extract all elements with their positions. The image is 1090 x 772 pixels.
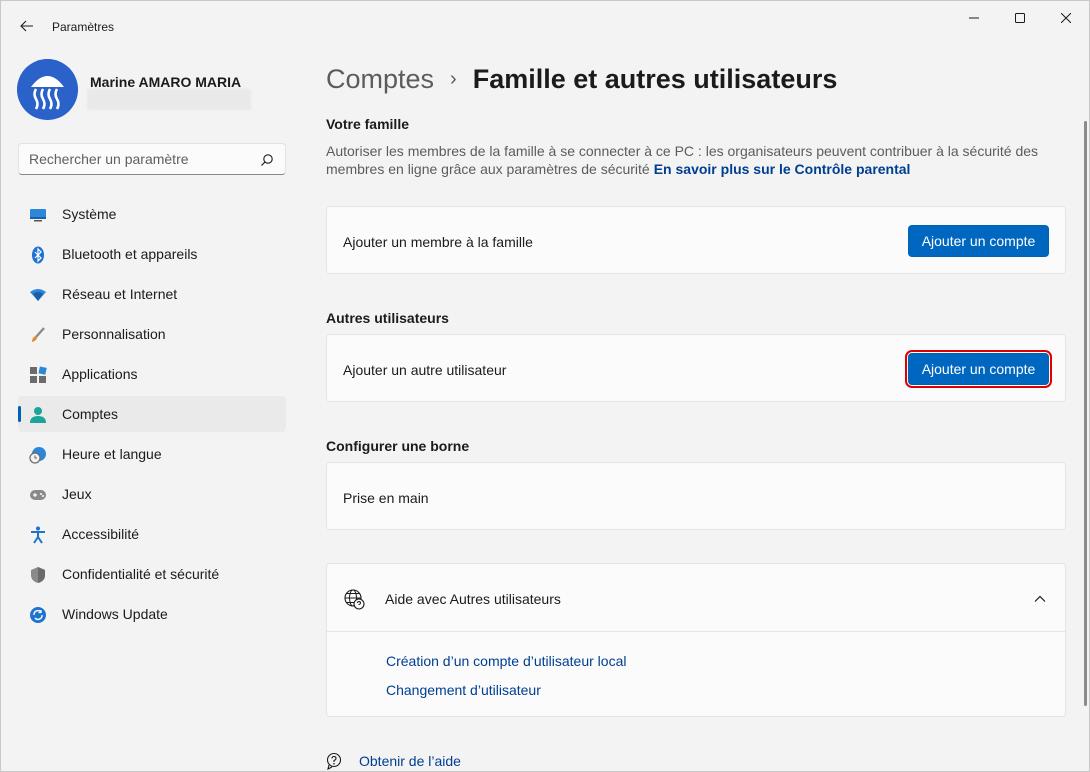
sidebar-item-bluetooth[interactable]: Bluetooth et appareils — [18, 236, 286, 272]
page-title: Famille et autres utilisateurs — [472, 63, 838, 94]
close-icon — [1061, 13, 1071, 23]
chevron-up-icon[interactable] — [1033, 592, 1047, 606]
settings-window: Paramètres Marine AMARO MARIA Rechercher… — [0, 0, 1090, 772]
avatar — [17, 59, 78, 120]
user-profile[interactable]: Marine AMARO MARIA — [17, 59, 287, 121]
bluetooth-icon — [29, 246, 47, 264]
add-other-user-label: Ajouter un autre utilisateur — [343, 362, 507, 378]
sidebar-item-label: Bluetooth et appareils — [62, 246, 198, 262]
sidebar-item-reseau[interactable]: Réseau et Internet — [18, 276, 286, 312]
accessibility-icon — [29, 526, 47, 544]
sidebar-item-applications[interactable]: Applications — [18, 356, 286, 392]
sidebar-item-personnalisation[interactable]: Personnalisation — [18, 316, 286, 352]
sidebar-item-jeux[interactable]: Jeux — [18, 476, 286, 512]
add-other-account-button[interactable]: Ajouter un compte — [905, 350, 1052, 388]
globe-help-icon — [344, 589, 365, 610]
sidebar-item-label: Comptes — [62, 406, 119, 422]
sidebar-item-label: Réseau et Internet — [62, 286, 178, 302]
maximize-button[interactable] — [997, 1, 1043, 35]
add-family-member-label: Ajouter un membre à la famille — [343, 234, 533, 250]
get-help-link[interactable]: Obtenir de l’aide — [326, 751, 461, 771]
add-other-user-card: Ajouter un autre utilisateur Ajouter un … — [326, 334, 1066, 402]
update-icon — [29, 606, 47, 624]
apps-icon — [29, 366, 47, 384]
sidebar-item-label: Windows Update — [62, 606, 168, 622]
sidebar-item-systeme[interactable]: Système — [18, 196, 286, 232]
sidebar-item-label: Confidentialité et sécurité — [62, 566, 220, 582]
add-family-member-card: Ajouter un membre à la famille Ajouter u… — [326, 206, 1066, 274]
minimize-button[interactable] — [951, 1, 997, 35]
kiosk-card[interactable]: Prise en main — [326, 462, 1066, 530]
sidebar-item-label: Applications — [62, 366, 138, 382]
sidebar-item-label: Heure et langue — [62, 446, 162, 462]
sidebar-item-label: Jeux — [62, 486, 92, 502]
help-header[interactable]: Aide avec Autres utilisateurs — [327, 564, 1065, 632]
person-icon — [29, 406, 47, 424]
back-button[interactable] — [13, 13, 41, 39]
get-help-label: Obtenir de l’aide — [359, 753, 461, 769]
sidebar-item-accessibilite[interactable]: Accessibilité — [18, 516, 286, 552]
breadcrumb: Comptes › Famille et autres utilisateurs — [326, 61, 837, 97]
scrollbar[interactable] — [1084, 121, 1087, 706]
other-users-section-title: Autres utilisateurs — [326, 310, 449, 326]
sidebar-item-label: Accessibilité — [62, 526, 140, 542]
family-section-title: Votre famille — [326, 116, 409, 132]
monitor-icon — [29, 206, 47, 224]
profile-name: Marine AMARO MARIA — [90, 74, 242, 90]
search-box[interactable] — [18, 143, 286, 175]
arrow-left-icon — [20, 20, 33, 32]
sidebar-item-windows-update[interactable]: Windows Update — [18, 596, 286, 632]
breadcrumb-separator-icon: › — [450, 67, 457, 90]
brush-icon — [29, 326, 47, 344]
help-title: Aide avec Autres utilisateurs — [385, 591, 561, 607]
help-card: Aide avec Autres utilisateurs Création d… — [326, 563, 1066, 717]
kiosk-get-started-label: Prise en main — [343, 490, 429, 506]
gamepad-icon — [29, 486, 47, 504]
breadcrumb-parent[interactable]: Comptes — [326, 64, 434, 95]
sidebar-item-comptes[interactable]: Comptes — [18, 396, 286, 432]
sidebar-item-label: Système — [62, 206, 117, 222]
search-icon[interactable] — [259, 152, 275, 168]
minimize-icon — [969, 17, 979, 19]
help-link-local-account[interactable]: Création d’un compte d’utilisateur local — [386, 653, 626, 669]
app-title: Paramètres — [52, 20, 115, 34]
shield-icon — [29, 566, 47, 584]
close-button[interactable] — [1043, 1, 1089, 35]
globe-clock-icon — [29, 446, 47, 464]
title-bar: Paramètres — [1, 1, 1089, 49]
kiosk-section-title: Configurer une borne — [326, 438, 470, 454]
maximize-icon — [1015, 13, 1025, 23]
help-link-switch-user[interactable]: Changement d’utilisateur — [386, 682, 541, 698]
sidebar-item-confidentialite[interactable]: Confidentialité et sécurité — [18, 556, 286, 592]
add-family-account-button[interactable]: Ajouter un compte — [908, 225, 1049, 257]
search-input[interactable] — [29, 151, 249, 167]
sidebar-item-heure-langue[interactable]: Heure et langue — [18, 436, 286, 472]
parental-control-link[interactable]: En savoir plus sur le Contrôle parental — [654, 161, 911, 177]
wifi-icon — [29, 286, 47, 304]
profile-email-redacted — [87, 89, 251, 110]
sidebar-nav: Système Bluetooth et appareils Réseau et… — [18, 196, 286, 636]
family-description: Autoriser les membres de la famille à se… — [326, 142, 1066, 178]
jellyfish-avatar-icon — [17, 59, 78, 120]
sidebar-item-label: Personnalisation — [62, 326, 166, 342]
help-chat-icon — [326, 752, 342, 770]
